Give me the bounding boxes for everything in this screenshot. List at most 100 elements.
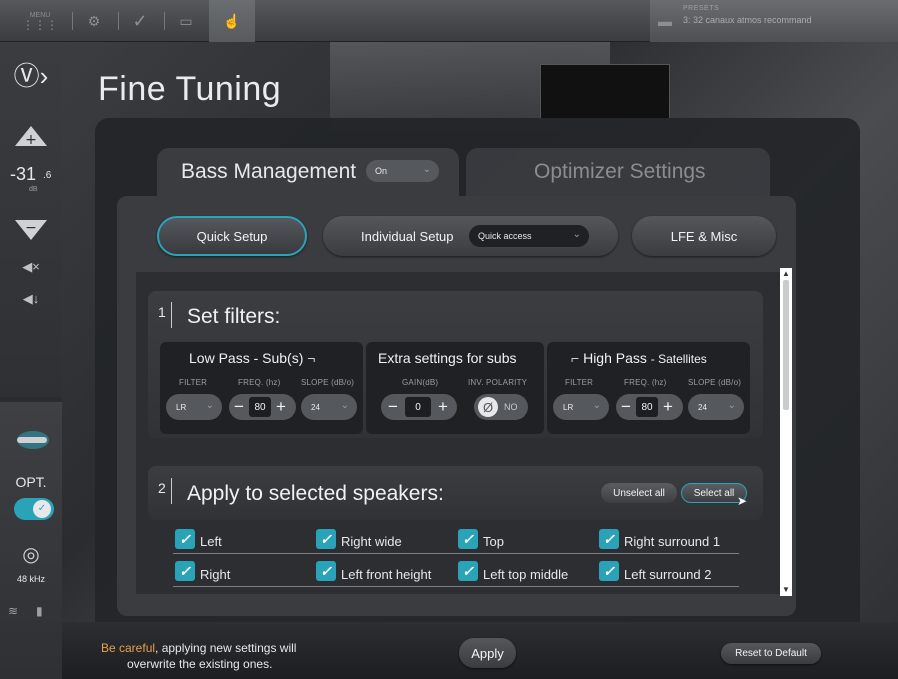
logo-button[interactable]: Ⓥ›	[0, 56, 62, 92]
check-icon: ✓	[603, 530, 615, 547]
volume-down-button[interactable]: −	[0, 214, 62, 246]
speaker-checkbox[interactable]: ✓	[458, 529, 478, 549]
speaker-label: Left front height	[341, 567, 432, 582]
svg-text:−: −	[25, 220, 37, 236]
volume-unit: dB	[29, 186, 38, 193]
section-number: 2	[158, 480, 166, 496]
lfe-misc-tab[interactable]: LFE & Misc	[632, 216, 776, 256]
wifi-icon: ≋	[8, 604, 19, 618]
quick-setup-label: Quick Setup	[196, 228, 268, 244]
high-pass-title: ⌐ High Pass - Satellites	[571, 350, 707, 366]
scroll-down-icon[interactable]: ▼	[781, 586, 791, 594]
warning-text-line2: overwrite the existing ones.	[127, 657, 273, 671]
volume-decimal: .6	[43, 170, 52, 181]
freq-value[interactable]: 80	[636, 397, 658, 417]
input-source-button[interactable]	[0, 422, 62, 458]
slope-value: 24	[698, 402, 707, 412]
warning-message: Be careful, applying new settings will o…	[101, 640, 296, 672]
speaker-checkbox[interactable]: ✓	[458, 561, 478, 581]
reset-to-default-button[interactable]: Reset to Default	[721, 643, 821, 664]
minus-button[interactable]: −	[229, 395, 249, 419]
quick-setup-tab[interactable]: Quick Setup	[157, 216, 307, 256]
speaker-dim-icon: ◀↓	[22, 291, 40, 306]
slope-value: 24	[311, 402, 320, 412]
speaker-checkbox[interactable]: ✓	[175, 561, 195, 581]
section-number: 1	[158, 304, 166, 320]
check-icon: ✓	[462, 530, 474, 547]
volume-down-icon: −	[15, 220, 47, 240]
speaker-label: Left top middle	[483, 567, 569, 582]
presets-selector[interactable]: ▬ PRESETS 3: 32 canaux atmos recommand	[650, 0, 898, 42]
high-pass-subtitle: - Satellites	[650, 352, 707, 366]
logo-icon: Ⓥ›	[13, 60, 49, 91]
speaker-checkbox[interactable]: ✓	[316, 529, 336, 549]
low-pass-slope-select[interactable]: 24 ⌄	[301, 394, 357, 420]
high-pass-filter-select[interactable]: LR ⌄	[553, 394, 609, 420]
lfe-misc-label: LFE & Misc	[670, 228, 738, 244]
quick-access-dropdown[interactable]: Quick access ⌄	[469, 225, 589, 247]
high-pass-curve-icon: ⌐	[571, 350, 580, 366]
speaker-checkbox[interactable]: ✓	[175, 529, 195, 549]
page-title: Fine Tuning	[98, 70, 282, 108]
polarity-icon: Ø	[478, 397, 498, 417]
chevron-down-icon: ⌄	[422, 164, 431, 175]
speaker-checkbox[interactable]: ✓	[316, 561, 336, 581]
high-pass-freq-stepper[interactable]: − 80 +	[616, 394, 683, 420]
minus-button[interactable]: −	[616, 395, 636, 419]
low-pass-freq-stepper[interactable]: − 80 +	[229, 394, 296, 420]
vertical-scrollbar[interactable]: ▲ ▼	[780, 268, 792, 596]
scrollbar-thumb[interactable]	[783, 280, 789, 410]
check-button[interactable]: ✓	[126, 6, 154, 36]
opt-toggle[interactable]: ✓	[14, 498, 54, 520]
freq-value[interactable]: 80	[249, 397, 271, 417]
check-icon: ✓	[179, 562, 191, 579]
check-icon: ✓	[179, 530, 191, 547]
panel-button[interactable]: ▭	[172, 6, 200, 36]
gear-icon: ⚙	[87, 12, 101, 29]
gain-header: GAIN(dB)	[402, 378, 439, 387]
gain-value[interactable]: 0	[405, 397, 431, 417]
inverse-polarity-toggle[interactable]: Ø NO	[474, 394, 528, 420]
unselect-all-button[interactable]: Unselect all	[601, 483, 677, 503]
section-divider	[171, 478, 172, 504]
sample-rate-button[interactable]: ◎	[0, 540, 62, 568]
speaker-checkbox[interactable]: ✓	[599, 529, 619, 549]
tab-optimizer-settings[interactable]: Optimizer Settings	[466, 148, 770, 200]
dim-button[interactable]: ◀↓	[0, 288, 62, 310]
plus-button[interactable]: +	[658, 395, 678, 419]
presets-label: PRESETS	[683, 5, 720, 12]
svg-text:+: +	[25, 132, 37, 148]
check-icon: ✓	[320, 530, 332, 547]
low-pass-filter-select[interactable]: LR ⌄	[166, 394, 222, 420]
folder-icon: ▬	[658, 13, 672, 29]
low-pass-curve-icon: ¬	[307, 350, 316, 366]
unselect-all-label: Unselect all	[613, 487, 665, 499]
filter-value: LR	[176, 402, 187, 412]
low-pass-subtitle: - Sub(s)	[253, 350, 304, 366]
remote-icon: ▮	[36, 604, 43, 618]
apply-button[interactable]: Apply	[459, 638, 516, 668]
settings-gear-button[interactable]: ⚙	[80, 6, 108, 36]
menu-button[interactable]: MENU ⋮⋮⋮	[22, 6, 58, 36]
individual-setup-tab[interactable]: Individual Setup Quick access ⌄	[323, 216, 618, 256]
speaker-checkbox[interactable]: ✓	[599, 561, 619, 581]
chevron-down-icon: ⌄	[205, 400, 214, 411]
mute-button[interactable]: ◀×	[0, 256, 62, 278]
presets-value: 3: 32 canaux atmos recommand	[683, 15, 812, 25]
tab-bass-management[interactable]: Bass Management On ⌄	[157, 148, 459, 200]
fine-tuning-button[interactable]: ☝	[209, 0, 255, 42]
bass-management-toggle[interactable]: On ⌄	[366, 160, 439, 182]
minus-button[interactable]: −	[381, 395, 405, 419]
scroll-up-icon[interactable]: ▲	[781, 270, 791, 278]
plus-button[interactable]: +	[431, 395, 455, 419]
high-pass-slope-select[interactable]: 24 ⌄	[688, 394, 744, 420]
divider	[164, 12, 165, 30]
background-device-screen	[540, 64, 670, 120]
volume-up-button[interactable]: +	[0, 120, 62, 152]
divider	[72, 12, 73, 30]
volume-up-icon: +	[15, 126, 47, 148]
check-icon: ✓	[320, 562, 332, 579]
speaker-label: Right wide	[341, 534, 402, 549]
plus-button[interactable]: +	[271, 395, 291, 419]
gain-stepper[interactable]: − 0 +	[381, 394, 457, 420]
